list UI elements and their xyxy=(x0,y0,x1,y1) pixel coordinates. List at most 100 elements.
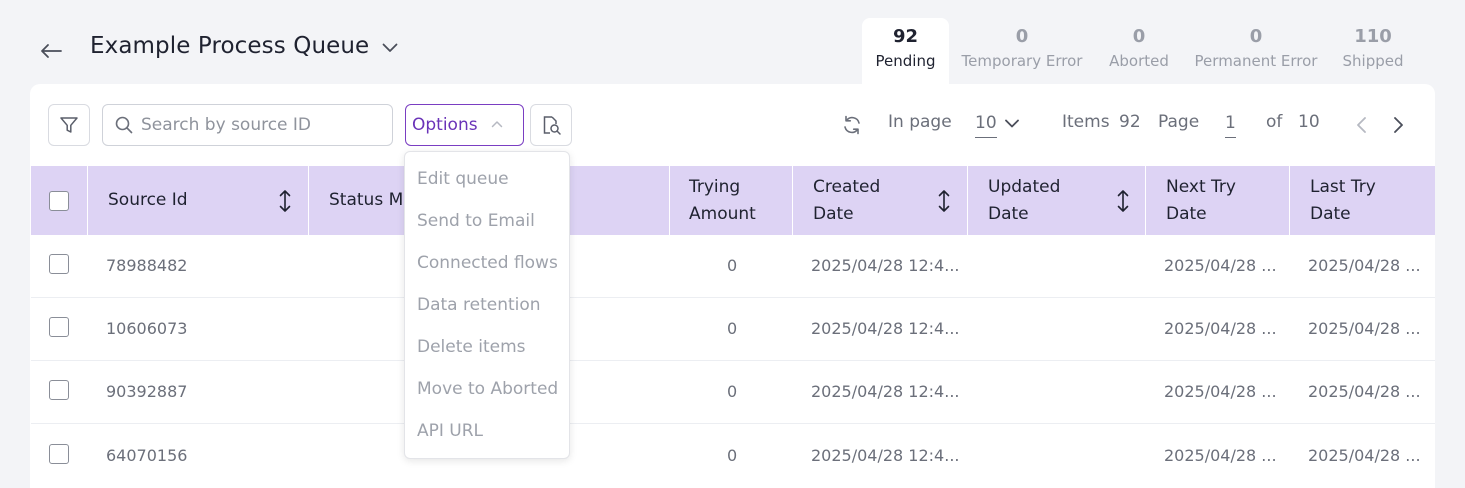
stat-count: 0 xyxy=(1015,26,1029,47)
column-label: Date xyxy=(1166,203,1207,224)
next-try-date-cell: 2025/04/28 ... xyxy=(1164,382,1277,401)
header-select-cell xyxy=(31,166,88,235)
table-row[interactable]: 10606073 0 2025/04/28 12:4... 2025/04/28… xyxy=(31,298,1435,361)
stat-count: 92 xyxy=(892,26,919,47)
column-source-id[interactable]: Source Id xyxy=(88,166,309,235)
page-label: Page xyxy=(1158,112,1200,132)
last-try-date-cell: 2025/04/28 ... xyxy=(1308,446,1421,465)
column-label: Created xyxy=(813,176,881,197)
created-date-cell: 2025/04/28 12:4... xyxy=(811,256,960,275)
trying-amount-cell: 0 xyxy=(727,256,738,275)
next-try-date-cell: 2025/04/28 ... xyxy=(1164,446,1277,465)
menu-item-delete-items[interactable]: Delete items xyxy=(417,337,526,357)
source-id-cell: 90392887 xyxy=(106,382,188,401)
previous-page-button[interactable] xyxy=(1352,114,1372,136)
stat-count: 0 xyxy=(1132,26,1146,47)
refresh-button[interactable] xyxy=(840,113,864,137)
column-updated-date[interactable]: Updated Date xyxy=(968,166,1146,235)
chevron-down-icon xyxy=(1005,119,1019,128)
column-last-try-date: Last Try Date xyxy=(1290,166,1435,235)
row-checkbox[interactable] xyxy=(49,444,69,464)
document-search-icon xyxy=(543,116,561,135)
last-try-date-cell: 2025/04/28 ... xyxy=(1308,256,1421,275)
menu-item-send-to-email[interactable]: Send to Email xyxy=(417,211,535,231)
column-label: Last Try xyxy=(1310,176,1376,197)
stat-tab-pending[interactable]: 92 Pending xyxy=(862,18,949,84)
created-date-cell: 2025/04/28 12:4... xyxy=(811,319,960,338)
options-button[interactable]: Options xyxy=(405,104,524,146)
sort-icon[interactable] xyxy=(277,188,293,214)
queue-switcher-button[interactable] xyxy=(378,36,402,60)
search-field[interactable] xyxy=(102,104,393,146)
stat-count: 0 xyxy=(1249,26,1263,47)
menu-item-move-to-aborted[interactable]: Move to Aborted xyxy=(417,379,558,399)
sort-icon[interactable] xyxy=(1115,188,1131,214)
select-all-checkbox[interactable] xyxy=(49,190,69,211)
of-label: of xyxy=(1266,112,1283,132)
source-id-cell: 78988482 xyxy=(106,256,188,275)
column-next-try-date: Next Try Date xyxy=(1146,166,1290,235)
menu-item-edit-queue[interactable]: Edit queue xyxy=(417,169,509,189)
column-label: Source Id xyxy=(108,190,188,210)
stat-label: Permanent Error xyxy=(1194,52,1318,70)
sort-icon[interactable] xyxy=(936,188,952,214)
created-date-cell: 2025/04/28 12:4... xyxy=(811,382,960,401)
options-label: Options xyxy=(412,115,478,135)
column-label: Date xyxy=(1310,203,1351,224)
stat-count: 110 xyxy=(1354,26,1392,47)
column-label: Amount xyxy=(689,203,756,224)
table-row[interactable]: 78988482 0 2025/04/28 12:4... 2025/04/28… xyxy=(31,235,1435,298)
stat-label: Aborted xyxy=(1109,52,1169,70)
column-trying-amount: Trying Amount xyxy=(670,166,793,235)
page-number-input[interactable]: 1 xyxy=(1225,112,1236,138)
next-try-date-cell: 2025/04/28 ... xyxy=(1164,319,1277,338)
column-created-date[interactable]: Created Date xyxy=(793,166,968,235)
in-page-dropdown-button[interactable] xyxy=(1003,114,1023,134)
menu-item-api-url[interactable]: API URL xyxy=(417,421,483,441)
column-label: Status Me xyxy=(329,190,414,210)
next-try-date-cell: 2025/04/28 ... xyxy=(1164,256,1277,275)
column-label: Updated xyxy=(988,176,1061,197)
chevron-up-icon xyxy=(491,121,503,128)
menu-item-data-retention[interactable]: Data retention xyxy=(417,295,541,315)
total-pages: 10 xyxy=(1298,112,1320,132)
last-try-date-cell: 2025/04/28 ... xyxy=(1308,382,1421,401)
stat-label: Shipped xyxy=(1342,52,1404,70)
chevron-left-icon xyxy=(1357,117,1366,133)
items-label: Items xyxy=(1062,112,1110,132)
in-page-label: In page xyxy=(888,112,952,132)
table-header: Source Id Status Me Trying Amount Created… xyxy=(31,166,1435,235)
last-try-date-cell: 2025/04/28 ... xyxy=(1308,319,1421,338)
created-date-cell: 2025/04/28 12:4... xyxy=(811,446,960,465)
row-checkbox[interactable] xyxy=(49,317,69,337)
column-label: Date xyxy=(988,203,1029,224)
stat-tab-temporary-error[interactable]: 0 Temporary Error xyxy=(958,18,1086,84)
stat-tab-aborted[interactable]: 0 Aborted xyxy=(1102,18,1176,84)
chevron-down-icon xyxy=(382,43,398,52)
search-input[interactable] xyxy=(141,115,381,135)
row-checkbox[interactable] xyxy=(49,380,69,400)
in-page-select[interactable]: 10 xyxy=(975,112,997,138)
menu-item-connected-flows[interactable]: Connected flows xyxy=(417,253,558,273)
back-button[interactable] xyxy=(38,38,64,64)
arrow-left-icon xyxy=(41,44,62,58)
next-page-button[interactable] xyxy=(1388,114,1408,136)
page-header: Example Process Queue 92 Pending 0 Tempo… xyxy=(0,0,1465,90)
row-checkbox[interactable] xyxy=(49,254,69,274)
trying-amount-cell: 0 xyxy=(727,319,738,338)
options-menu: Edit queue Send to Email Connected flows… xyxy=(404,151,570,459)
search-icon xyxy=(115,116,133,134)
stat-label: Pending xyxy=(875,52,936,70)
source-id-cell: 10606073 xyxy=(106,319,188,338)
column-label: Trying xyxy=(689,176,741,197)
table-row[interactable]: 64070156 0 2025/04/28 12:4... 2025/04/28… xyxy=(31,424,1435,488)
refresh-icon xyxy=(844,115,860,135)
filter-icon xyxy=(60,117,78,133)
source-id-cell: 64070156 xyxy=(106,446,188,465)
document-search-button[interactable] xyxy=(530,104,572,146)
stat-tab-permanent-error[interactable]: 0 Permanent Error xyxy=(1192,18,1320,84)
filter-button[interactable] xyxy=(48,104,90,146)
page-title: Example Process Queue xyxy=(90,33,370,59)
stat-tab-shipped[interactable]: 110 Shipped xyxy=(1338,18,1408,84)
table-row[interactable]: 90392887 0 2025/04/28 12:4... 2025/04/28… xyxy=(31,361,1435,424)
